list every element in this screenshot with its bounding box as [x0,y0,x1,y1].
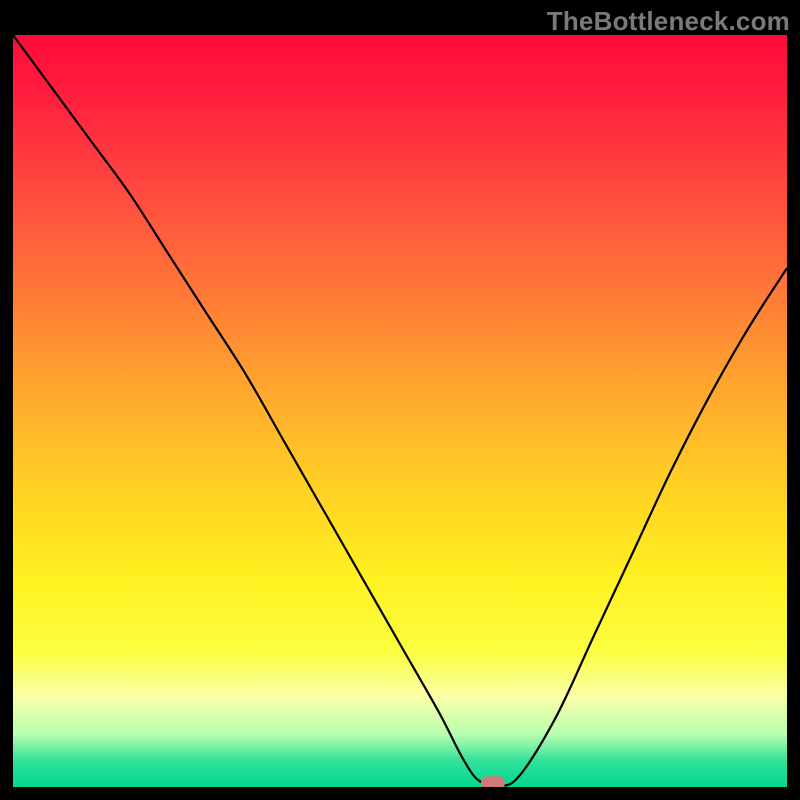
frame-bottom [0,787,800,800]
plot-background [13,35,787,787]
chart-svg [0,0,800,800]
bottleneck-chart: TheBottleneck.com [0,0,800,800]
frame-right [787,0,800,800]
watermark-text: TheBottleneck.com [547,6,790,37]
frame-left [0,0,13,800]
